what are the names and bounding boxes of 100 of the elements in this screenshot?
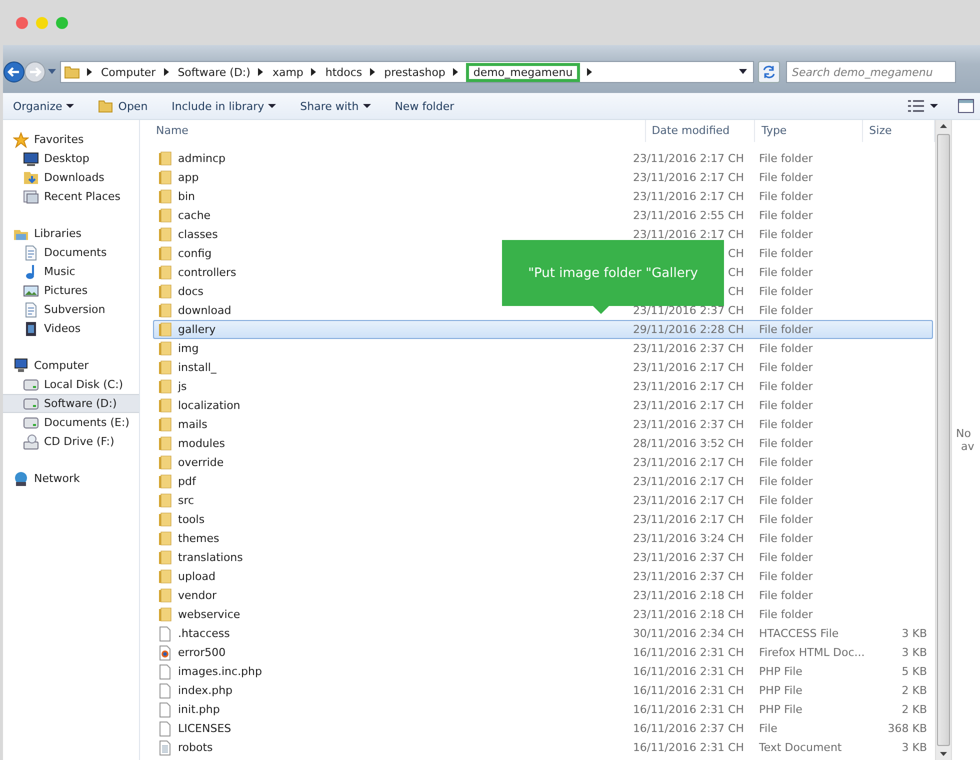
chevron-icon[interactable] <box>258 68 264 76</box>
maximize-dot[interactable] <box>56 16 68 28</box>
view-options-icon[interactable] <box>908 100 924 112</box>
file-name[interactable]: robots <box>178 741 213 754</box>
sidebar-item[interactable]: Documents (E:) <box>3 413 139 432</box>
sidebar-item[interactable]: Libraries <box>3 224 139 243</box>
column-header[interactable]: Type <box>755 120 864 142</box>
file-name[interactable]: translations <box>178 551 243 564</box>
sidebar-item[interactable]: Pictures <box>3 281 139 300</box>
type-cell: PHP File <box>759 703 802 716</box>
toolbar-button[interactable]: Include in library <box>166 96 282 116</box>
file-name[interactable]: classes <box>178 228 218 241</box>
file-name[interactable]: localization <box>178 399 240 412</box>
file-name[interactable]: docs <box>178 285 204 298</box>
monitor-icon <box>23 150 39 166</box>
sidebar-item[interactable]: Network <box>3 469 139 488</box>
folder-icon <box>157 378 173 394</box>
file-name[interactable]: controllers <box>178 266 236 279</box>
file-name[interactable]: init.php <box>178 703 220 716</box>
file-name[interactable]: images.inc.php <box>178 665 262 678</box>
file-name[interactable]: install_ <box>178 361 216 374</box>
file-name[interactable]: index.php <box>178 684 233 697</box>
sidebar-item[interactable]: Computer <box>3 356 139 375</box>
file-name[interactable]: LICENSES <box>178 722 232 735</box>
minimize-dot[interactable] <box>36 16 48 28</box>
file-name[interactable]: src <box>178 494 194 507</box>
toolbar-button[interactable]: New folder <box>388 96 460 116</box>
column-header[interactable]: Date modified <box>646 120 756 142</box>
type-cell: File folder <box>759 513 813 526</box>
size-cell: 2 KB <box>902 703 927 716</box>
file-name[interactable]: pdf <box>178 475 196 488</box>
file-name[interactable]: bin <box>178 190 196 203</box>
toolbar-button[interactable]: Organize <box>7 96 80 116</box>
address-bar[interactable]: Computer Software (D:) xamp htdocs prestashop demo_megamenu <box>60 61 754 83</box>
folder-icon <box>64 64 80 80</box>
file-name[interactable]: modules <box>178 437 225 450</box>
file-name[interactable]: upload <box>178 570 216 583</box>
file-name[interactable]: app <box>178 171 199 184</box>
sidebar-item[interactable]: Desktop <box>3 149 139 168</box>
file-name[interactable]: download <box>178 304 232 317</box>
file-name[interactable]: gallery <box>178 323 216 336</box>
file-name[interactable]: js <box>178 380 187 393</box>
sidebar-item[interactable]: CD Drive (F:) <box>3 432 139 451</box>
date-cell: 23/11/2016 2:17 CH <box>632 361 744 374</box>
back-forward-icon[interactable] <box>3 60 47 84</box>
doc-icon <box>23 302 39 318</box>
preview-pane-icon[interactable] <box>958 99 974 113</box>
date-cell: 23/11/2016 2:17 CH <box>632 456 744 469</box>
sidebar-item[interactable]: Documents <box>3 243 139 262</box>
file-name[interactable]: tools <box>178 513 205 526</box>
sidebar-item[interactable]: Music <box>3 262 139 281</box>
sidebar-item[interactable]: Subversion <box>3 300 139 319</box>
breadcrumb-item[interactable]: Computer <box>100 64 157 80</box>
file-name[interactable]: cache <box>178 209 211 222</box>
breadcrumb-item[interactable]: demo_megamenu <box>466 62 580 82</box>
sidebar-item[interactable]: Local Disk (C:) <box>3 375 139 394</box>
file-name[interactable]: themes <box>178 532 220 545</box>
sidebar-item[interactable]: Recent Places <box>3 187 139 206</box>
file-name[interactable]: override <box>178 456 224 469</box>
chevron-icon[interactable] <box>370 68 376 76</box>
scrollbar-thumb[interactable] <box>937 134 950 746</box>
sidebar-item[interactable]: Favorites <box>3 130 139 149</box>
date-cell: 23/11/2016 2:17 CH <box>632 380 744 393</box>
toolbar-button[interactable]: Open <box>92 96 154 116</box>
date-cell: 28/11/2016 3:52 CH <box>632 437 744 450</box>
file-name[interactable]: mails <box>178 418 208 431</box>
search-field[interactable]: Search demo_megamenu <box>786 61 956 83</box>
file-name[interactable]: webservice <box>178 608 240 621</box>
date-cell: 16/11/2016 2:31 CH <box>632 684 744 697</box>
dropdown-icon[interactable] <box>930 104 938 108</box>
chevron-icon[interactable] <box>453 68 460 76</box>
sidebar-item[interactable]: Software (D:) <box>3 394 139 413</box>
file-name[interactable]: admincp <box>178 152 226 165</box>
chevron-icon[interactable] <box>586 68 593 76</box>
type-cell: File folder <box>759 266 813 279</box>
type-cell: File folder <box>759 342 813 355</box>
toolbar-button[interactable]: Share with <box>294 96 377 116</box>
dropdown-icon[interactable] <box>739 69 747 75</box>
chevron-icon[interactable] <box>311 68 318 76</box>
close-dot[interactable] <box>16 16 28 28</box>
file-name[interactable]: vendor <box>178 589 216 602</box>
breadcrumb-item[interactable]: htdocs <box>324 64 364 80</box>
refresh-icon[interactable] <box>758 61 780 83</box>
breadcrumb-item[interactable]: xamp <box>271 64 304 80</box>
sidebar-item[interactable]: Downloads <box>3 168 139 187</box>
chevron-icon[interactable] <box>164 68 170 76</box>
chevron-icon[interactable] <box>87 68 93 76</box>
column-header[interactable]: Name <box>140 120 646 142</box>
date-cell: 23/11/2016 2:17 CH <box>632 152 744 165</box>
file-name[interactable]: img <box>178 342 199 355</box>
dropdown-icon <box>362 104 371 108</box>
breadcrumb-item[interactable]: Software (D:) <box>176 64 252 80</box>
folder-icon <box>157 454 173 470</box>
file-name[interactable]: error500 <box>178 646 226 659</box>
file-name[interactable]: .htaccess <box>178 627 230 640</box>
file-name[interactable]: config <box>178 247 212 260</box>
date-cell: 23/11/2016 2:37 CH <box>632 304 744 317</box>
breadcrumb-item[interactable]: prestashop <box>383 64 446 80</box>
sidebar-item[interactable]: Videos <box>3 319 139 338</box>
selected-file-row[interactable]: gallery 29/11/2016 2:28 CH File folder <box>153 320 933 339</box>
